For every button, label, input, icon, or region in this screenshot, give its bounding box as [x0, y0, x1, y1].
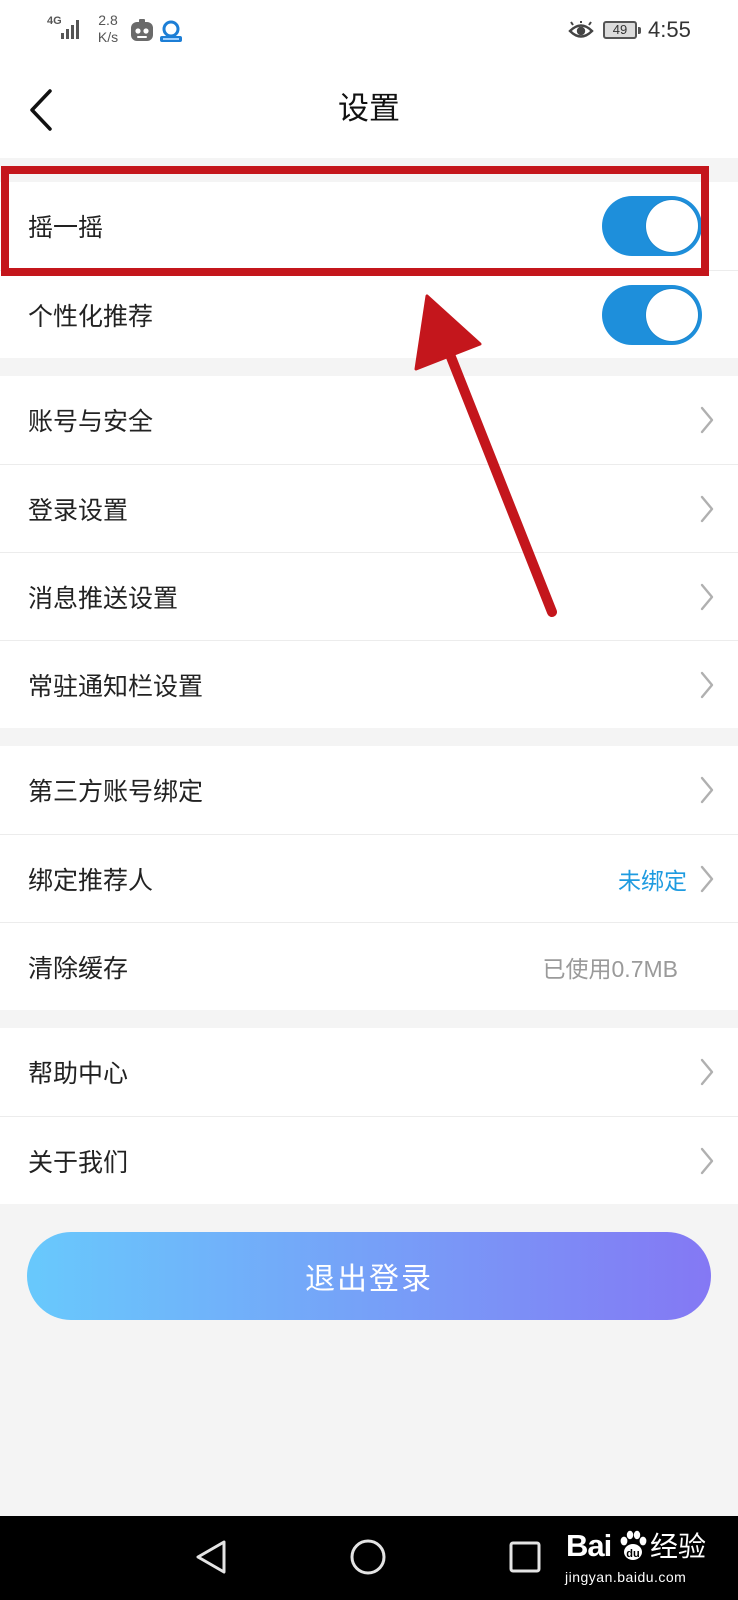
shake-toggle[interactable]: [602, 196, 702, 256]
app-notification-icon: [160, 20, 182, 42]
setting-label: 个性化推荐: [28, 302, 154, 331]
header: 设置: [0, 62, 738, 158]
personalized-recommend-toggle[interactable]: [602, 284, 702, 345]
setting-row-account-security[interactable]: 账号与安全: [0, 376, 738, 464]
baidu-paw-icon: du: [620, 1530, 647, 1560]
logout-button[interactable]: 退出登录: [27, 1232, 711, 1320]
nav-back-button[interactable]: [190, 1535, 234, 1579]
system-nav-bar: Bai du 经验 jingyan.baidu.com: [0, 1516, 738, 1600]
svg-text:du: du: [626, 1548, 639, 1560]
setting-label: 常驻通知栏设置: [28, 672, 204, 701]
nav-back-icon: [196, 1540, 226, 1574]
network-speed: 2.8 K/s: [95, 12, 121, 46]
network-type: 4G: [47, 15, 62, 27]
settings-section: 摇一摇 个性化推荐: [0, 182, 738, 358]
referrer-status: 未绑定: [618, 867, 687, 894]
signal-icon: [61, 20, 79, 39]
setting-label: 账号与安全: [28, 408, 154, 436]
setting-row-help-center[interactable]: 帮助中心: [0, 1028, 738, 1116]
setting-label: 绑定推荐人: [28, 866, 154, 895]
nav-recents-icon: [509, 1541, 541, 1573]
chevron-right-icon: [699, 405, 715, 435]
settings-section: 帮助中心 关于我们: [0, 1028, 738, 1204]
chevron-right-icon: [699, 670, 715, 700]
setting-row-bind-referrer[interactable]: 绑定推荐人 未绑定: [0, 834, 738, 922]
chevron-right-icon: [699, 864, 715, 894]
settings-screen: 4G 2.8 K/s 49 4:55 设置 摇一摇 个性化推荐 账号与安全 登录…: [0, 0, 738, 1600]
eye-icon: [568, 21, 594, 38]
battery-level: 49: [612, 22, 628, 37]
setting-label: 清除缓存: [28, 954, 129, 983]
setting-row-third-party-accounts[interactable]: 第三方账号绑定: [0, 746, 738, 834]
setting-label: 登录设置: [28, 496, 129, 525]
chevron-right-icon: [699, 582, 715, 612]
speed-unit: K/s: [97, 29, 119, 45]
setting-label: 摇一摇: [28, 214, 104, 242]
speed-value: 2.8: [98, 12, 118, 28]
setting-row-push-notifications[interactable]: 消息推送设置: [0, 552, 738, 640]
chevron-right-icon: [699, 775, 715, 805]
watermark-brand-cn: 经验: [650, 1531, 707, 1562]
toggle-knob: [646, 288, 698, 341]
setting-row-persistent-notification[interactable]: 常驻通知栏设置: [0, 640, 738, 728]
setting-label: 关于我们: [28, 1148, 129, 1177]
settings-section: 账号与安全 登录设置 消息推送设置 常驻通知栏设置: [0, 376, 738, 728]
setting-label: 帮助中心: [28, 1060, 129, 1088]
watermark-url: jingyan.baidu.com: [565, 1569, 687, 1585]
setting-row-personalized-recommend: 个性化推荐: [0, 270, 738, 358]
setting-row-login-settings[interactable]: 登录设置: [0, 464, 738, 552]
app-notification-icon: [131, 19, 153, 41]
setting-row-shake: 摇一摇: [0, 182, 738, 270]
setting-row-clear-cache[interactable]: 清除缓存 已使用0.7MB: [0, 922, 738, 1010]
cache-size: 已使用0.7MB: [542, 955, 678, 982]
page-title: 设置: [338, 91, 400, 126]
nav-home-button[interactable]: [346, 1535, 390, 1579]
baidu-jingyan-watermark: Bai du 经验 jingyan.baidu.com: [564, 1528, 730, 1590]
clock: 4:55: [648, 17, 691, 42]
nav-home-icon: [350, 1539, 386, 1575]
nav-recents-button[interactable]: [503, 1535, 547, 1579]
watermark-brand-latin: Bai: [566, 1528, 612, 1563]
battery-icon: 49: [603, 21, 641, 39]
chevron-right-icon: [699, 1146, 715, 1176]
toggle-knob: [646, 200, 698, 252]
settings-list: 摇一摇 个性化推荐 账号与安全 登录设置 消息推送设置 常驻通知栏设置 第三方账…: [0, 158, 738, 1204]
setting-label: 消息推送设置: [28, 584, 179, 613]
status-bar: 4G 2.8 K/s 49 4:55: [0, 0, 738, 62]
chevron-right-icon: [699, 494, 715, 524]
setting-label: 第三方账号绑定: [28, 778, 204, 806]
chevron-right-icon: [699, 1057, 715, 1087]
setting-row-about-us[interactable]: 关于我们: [0, 1116, 738, 1204]
settings-section: 第三方账号绑定 绑定推荐人 未绑定 清除缓存 已使用0.7MB: [0, 746, 738, 1010]
